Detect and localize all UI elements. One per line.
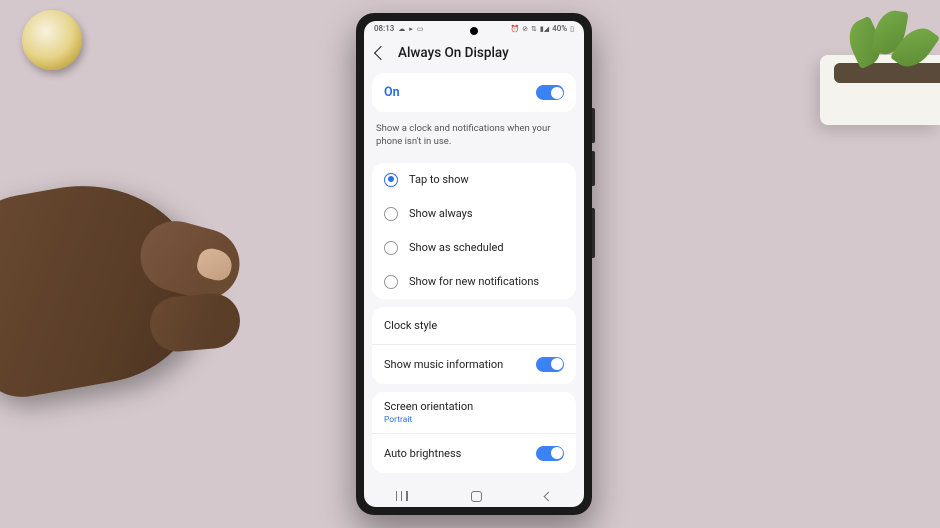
camera-cutout (470, 27, 478, 35)
radio-option-tap-to-show[interactable]: Tap to show (372, 163, 576, 197)
item-label: Show music information (384, 358, 503, 371)
master-switch-card: On (372, 73, 576, 112)
page-header: Always On Display (364, 35, 584, 73)
battery-percent: 40% (552, 24, 567, 33)
radio-option-show-as-scheduled[interactable]: Show as scheduled (372, 231, 576, 265)
plant-pot (820, 55, 940, 125)
radio-option-show-for-new-notifications[interactable]: Show for new notifications (372, 265, 576, 299)
alarm-icon: ⏰ (510, 25, 519, 33)
item-value: Portrait (384, 415, 564, 425)
auto-brightness-item[interactable]: Auto brightness (372, 434, 576, 473)
radio-icon (384, 207, 398, 221)
phone-screen: 08:13 ☁ ▸ ▭ ⏰ ⊘ ⇅ ▮◢ 40% ▯ Always On Dis… (364, 21, 584, 507)
page-title: Always On Display (398, 45, 509, 61)
item-label: Screen orientation (384, 400, 564, 413)
clock-style-item[interactable]: Clock style (372, 307, 576, 344)
human-hand (0, 165, 280, 465)
recents-button[interactable] (396, 491, 408, 501)
media-icon: ▸ (409, 25, 413, 33)
status-time: 08:13 (374, 24, 394, 33)
battery-icon: ▯ (570, 25, 574, 33)
back-icon[interactable] (374, 46, 388, 60)
radio-icon (384, 241, 398, 255)
watch-object (22, 10, 82, 70)
master-switch-row[interactable]: On (372, 73, 576, 112)
display-options-card: Screen orientation Portrait Auto brightn… (372, 392, 576, 473)
card-icon: ▭ (417, 25, 424, 33)
wifi-icon: ⇅ (531, 25, 537, 33)
radio-group-card: Tap to show Show always Show as schedule… (372, 163, 576, 299)
auto-brightness-toggle[interactable] (536, 446, 564, 461)
music-info-toggle[interactable] (536, 357, 564, 372)
item-label: Clock style (384, 319, 437, 332)
clock-style-card: Clock style Show music information (372, 307, 576, 384)
signal-icon: ▮◢ (540, 25, 549, 33)
cloud-icon: ☁ (398, 25, 405, 33)
home-button[interactable] (471, 491, 482, 502)
feature-description: Show a clock and notifications when your… (364, 112, 584, 163)
radio-label: Tap to show (409, 173, 469, 186)
master-switch-toggle[interactable] (536, 85, 564, 100)
screen-orientation-item[interactable]: Screen orientation Portrait (372, 392, 576, 433)
phone-frame: 08:13 ☁ ▸ ▭ ⏰ ⊘ ⇅ ▮◢ 40% ▯ Always On Dis… (356, 13, 592, 515)
radio-icon (384, 173, 398, 187)
radio-label: Show as scheduled (409, 241, 504, 254)
radio-label: Show for new notifications (409, 275, 539, 288)
dnd-icon: ⊘ (522, 25, 528, 33)
radio-label: Show always (409, 207, 473, 220)
radio-icon (384, 275, 398, 289)
nav-back-button[interactable] (544, 491, 554, 501)
item-label: Auto brightness (384, 447, 461, 460)
navigation-bar (364, 487, 584, 505)
music-info-item[interactable]: Show music information (372, 345, 576, 384)
radio-option-show-always[interactable]: Show always (372, 197, 576, 231)
master-switch-label: On (384, 85, 400, 100)
